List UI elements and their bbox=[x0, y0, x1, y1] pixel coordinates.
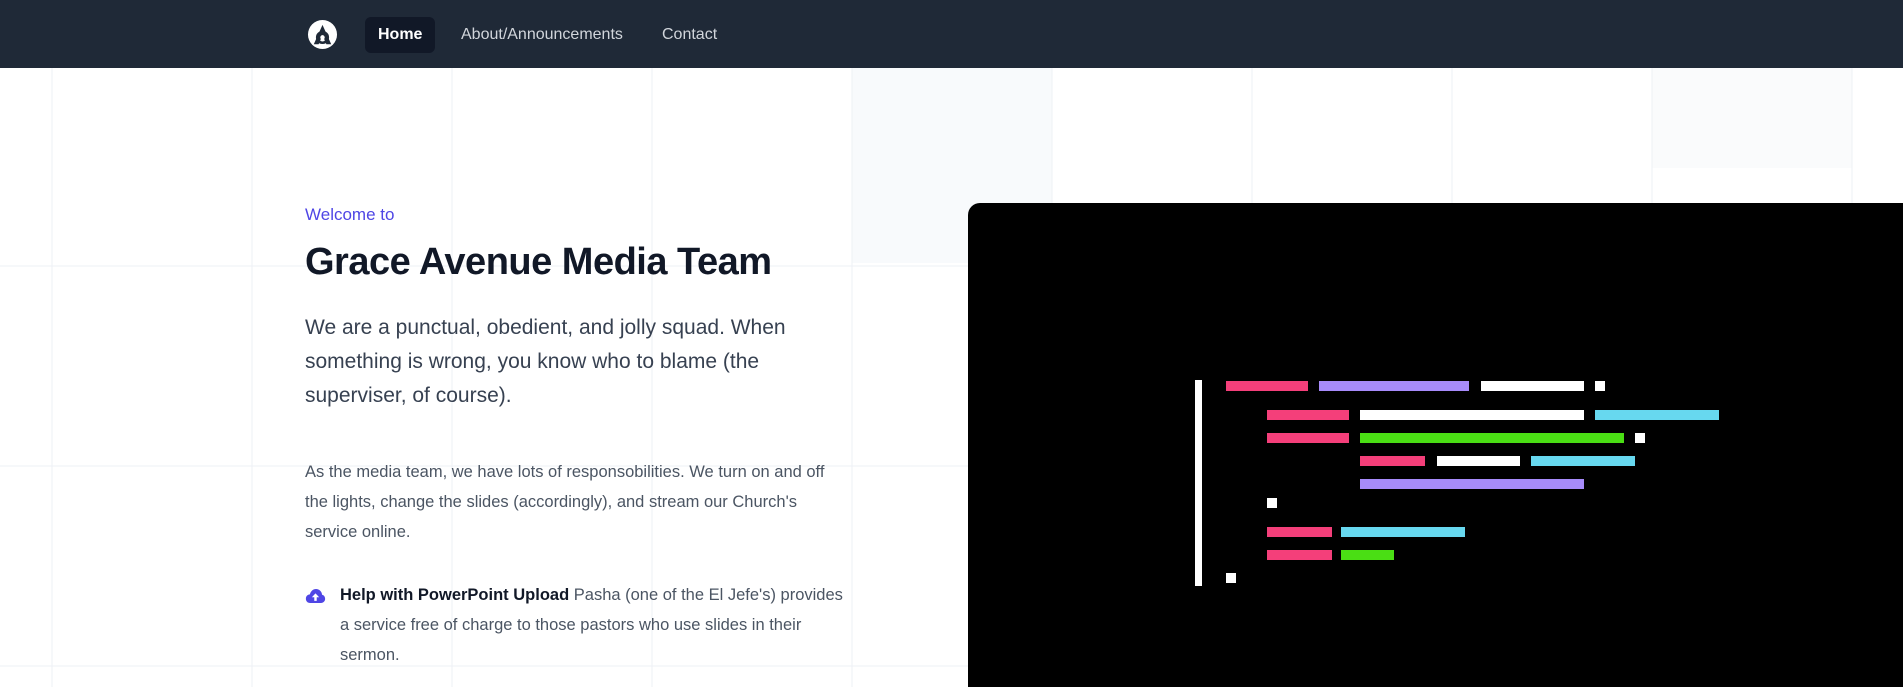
code-token bbox=[1267, 550, 1332, 560]
code-token bbox=[1481, 381, 1584, 391]
hero-body-text: As the media team, we have lots of respo… bbox=[305, 463, 825, 541]
code-token bbox=[1267, 527, 1332, 537]
code-token bbox=[1226, 381, 1308, 391]
code-token bbox=[1437, 456, 1520, 466]
code-token bbox=[1267, 433, 1349, 443]
hero-lead-text: We are a punctual, obedient, and jolly s… bbox=[305, 316, 786, 407]
code-token bbox=[1635, 433, 1645, 443]
code-token bbox=[1531, 456, 1635, 466]
top-navbar: Home About/Announcements Contact bbox=[0, 0, 1903, 68]
code-token bbox=[1341, 527, 1465, 537]
code-token bbox=[1341, 550, 1394, 560]
hero-eyebrow: Welcome to bbox=[305, 205, 395, 224]
code-token bbox=[1360, 456, 1425, 466]
feature-description: Help with PowerPoint Upload Pasha (one o… bbox=[340, 580, 850, 670]
grace-avenue-logo-icon[interactable] bbox=[307, 19, 338, 50]
code-token bbox=[1226, 573, 1236, 583]
code-token bbox=[1595, 410, 1719, 420]
code-token bbox=[1595, 381, 1605, 391]
page-title: Grace Avenue Media Team bbox=[305, 241, 772, 283]
code-illustration bbox=[1195, 380, 1719, 586]
code-token bbox=[1360, 479, 1584, 489]
nav-contact-link[interactable]: Contact bbox=[649, 17, 730, 53]
code-token bbox=[1267, 410, 1349, 420]
feature-title: Help with PowerPoint Upload bbox=[340, 586, 570, 604]
code-token bbox=[1267, 498, 1277, 508]
code-token bbox=[1319, 381, 1469, 391]
nav-home-link[interactable]: Home bbox=[365, 17, 436, 53]
code-token bbox=[1360, 433, 1624, 443]
code-gutter-bar bbox=[1195, 380, 1202, 586]
code-token bbox=[1360, 410, 1584, 420]
nav-about-announcements-link[interactable]: About/Announcements bbox=[448, 17, 636, 53]
code-screenshot-panel bbox=[968, 203, 1903, 687]
cloud-upload-icon bbox=[305, 589, 326, 603]
